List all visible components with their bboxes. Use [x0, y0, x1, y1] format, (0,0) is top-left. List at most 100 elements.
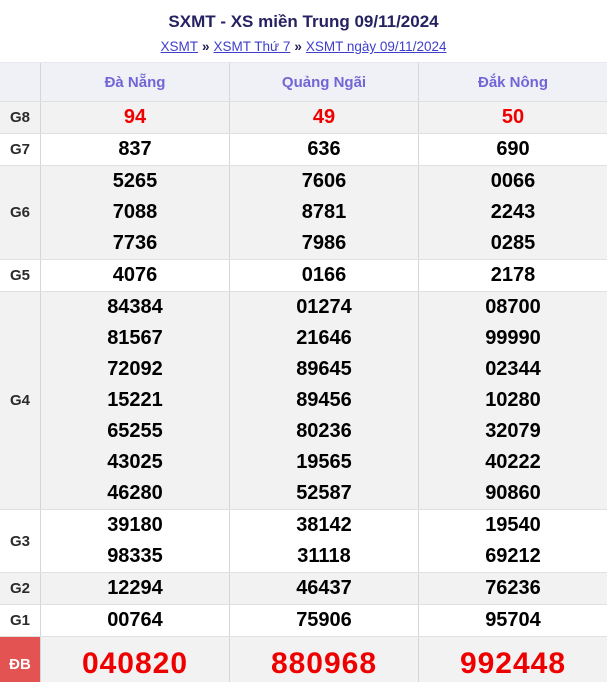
prize-number: 31118 — [297, 541, 350, 572]
row-label: G1 — [0, 605, 40, 636]
prize-cell: 4076 — [40, 260, 229, 291]
prize-number: 21646 — [296, 323, 352, 354]
table-row-g7: G7 837 636 690 — [0, 133, 607, 165]
row-label: G7 — [0, 134, 40, 165]
prize-cell: 1954069212 — [418, 510, 607, 572]
prize-number: 8781 — [302, 197, 347, 228]
table-row-đb: ĐB 040820 880968 992448 — [0, 636, 607, 682]
table-row-g4: G484384815677209215221652554302546280012… — [0, 291, 607, 509]
prize-number: 15221 — [107, 385, 163, 416]
prize-cell: 94 — [40, 102, 229, 133]
prize-number: 98335 — [107, 541, 163, 572]
prize-number: 690 — [496, 134, 529, 165]
prize-number: 80236 — [296, 416, 352, 447]
results-table: Đà Nẵng Quảng Ngãi Đắk Nông G8 94 49 50 G7 83… — [0, 62, 607, 682]
table-row-g8: G8 94 49 50 — [0, 101, 607, 133]
prize-number: 84384 — [107, 292, 163, 323]
prize-number: 19540 — [485, 510, 541, 541]
column-header-da-nang[interactable]: Đà Nẵng — [40, 63, 229, 101]
prize-number: 49 — [313, 102, 335, 133]
prize-cell: 50 — [418, 102, 607, 133]
prize-number: 89645 — [296, 354, 352, 385]
breadcrumb-link-xsmt-ngay[interactable]: XSMT ngày 09/11/2024 — [306, 39, 447, 54]
prize-number: 94 — [124, 102, 146, 133]
row-label: G6 — [0, 166, 40, 259]
prize-number: 636 — [307, 134, 340, 165]
prize-cell: 01274216468964589456802361956552587 — [229, 292, 418, 509]
row-label: G8 — [0, 102, 40, 133]
prize-number: 32079 — [485, 416, 541, 447]
prize-number: 81567 — [107, 323, 163, 354]
breadcrumb-link-xsmt[interactable]: XSMT — [161, 39, 199, 54]
prize-number: 40222 — [485, 447, 541, 478]
breadcrumb-separator: » — [202, 39, 210, 54]
prize-number: 19565 — [296, 447, 352, 478]
table-header-row: Đà Nẵng Quảng Ngãi Đắk Nông — [0, 62, 607, 101]
prize-cell: 75906 — [229, 605, 418, 636]
prize-cell: 690 — [418, 134, 607, 165]
prize-number: 43025 — [107, 447, 163, 478]
column-header-dak-nong[interactable]: Đắk Nông — [418, 63, 607, 101]
table-row-g2: G2122944643776236 — [0, 572, 607, 604]
row-label: G2 — [0, 573, 40, 604]
prize-number: 99990 — [485, 323, 541, 354]
prize-cell: 95704 — [418, 605, 607, 636]
row-label: ĐB — [0, 637, 40, 682]
prize-number: 4076 — [113, 260, 158, 291]
prize-cell: 08700999900234410280320794022290860 — [418, 292, 607, 509]
prize-number: 69212 — [485, 541, 541, 572]
prize-cell: 040820 — [40, 637, 229, 682]
prize-cell: 636 — [229, 134, 418, 165]
prize-cell: 3918098335 — [40, 510, 229, 572]
prize-number: 46280 — [107, 478, 163, 509]
breadcrumb-separator: » — [294, 39, 302, 54]
prize-number: 75906 — [296, 605, 352, 636]
prize-cell: 526570887736 — [40, 166, 229, 259]
prize-number: 50 — [502, 102, 524, 133]
page-title: SXMT - XS miền Trung 09/11/2024 — [0, 0, 607, 34]
prize-number: 7986 — [302, 228, 347, 259]
prize-number: 95704 — [485, 605, 541, 636]
prize-number: 00764 — [107, 605, 163, 636]
prize-number: 39180 — [107, 510, 163, 541]
prize-number: 2178 — [491, 260, 536, 291]
prize-number: 90860 — [485, 478, 541, 509]
prize-cell: 49 — [229, 102, 418, 133]
row-label: G5 — [0, 260, 40, 291]
prize-cell: 760687817986 — [229, 166, 418, 259]
prize-number: 880968 — [271, 637, 377, 682]
prize-cell: 992448 — [418, 637, 607, 682]
prize-number: 5265 — [113, 166, 158, 197]
prize-number: 65255 — [107, 416, 163, 447]
prize-number: 12294 — [107, 573, 163, 604]
breadcrumb-link-xsmt-thu-7[interactable]: XSMT Thứ 7 — [214, 39, 291, 54]
prize-cell: 00764 — [40, 605, 229, 636]
prize-number: 52587 — [296, 478, 352, 509]
prize-cell: 46437 — [229, 573, 418, 604]
prize-number: 01274 — [296, 292, 352, 323]
prize-number: 992448 — [460, 637, 566, 682]
prize-number: 0066 — [491, 166, 536, 197]
prize-number: 46437 — [296, 573, 352, 604]
prize-cell: 880968 — [229, 637, 418, 682]
table-row-g5: G5 4076 0166 2178 — [0, 259, 607, 291]
prize-cell: 0166 — [229, 260, 418, 291]
results-table-body: G8 94 49 50 G7 837 636 690 G65265708877367606878… — [0, 101, 607, 682]
prize-number: 837 — [118, 134, 151, 165]
prize-number: 040820 — [82, 637, 188, 682]
column-header-quang-ngai[interactable]: Quảng Ngãi — [229, 63, 418, 101]
prize-cell: 006622430285 — [418, 166, 607, 259]
prize-cell: 2178 — [418, 260, 607, 291]
prize-number: 7088 — [113, 197, 158, 228]
breadcrumb: XSMT»XSMT Thứ 7»XSMT ngày 09/11/2024 — [0, 38, 607, 56]
table-row-g1: G1 00764 75906 95704 — [0, 604, 607, 636]
prize-cell: 837 — [40, 134, 229, 165]
prize-number: 10280 — [485, 385, 541, 416]
prize-cell: 12294 — [40, 573, 229, 604]
corner-cell — [0, 63, 40, 101]
prize-number: 38142 — [296, 510, 352, 541]
lottery-results-page: SXMT - XS miền Trung 09/11/2024 XSMT»XSM… — [0, 0, 607, 682]
row-label: G4 — [0, 292, 40, 509]
table-row-g3: G3391809833538142311181954069212 — [0, 509, 607, 572]
prize-number: 89456 — [296, 385, 352, 416]
